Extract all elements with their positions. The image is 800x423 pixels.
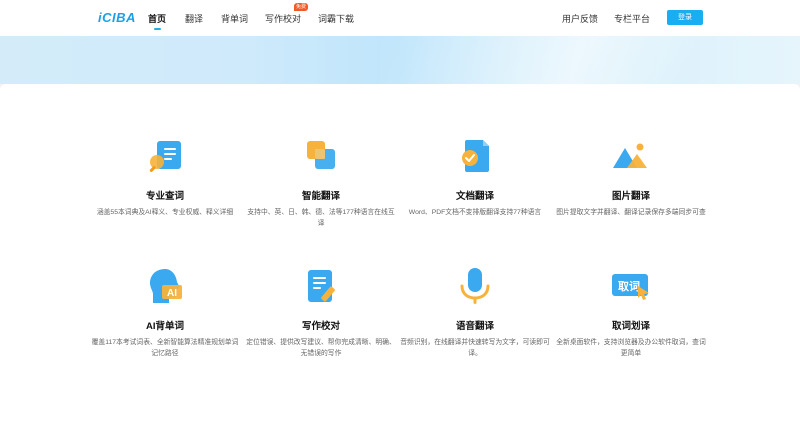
- feature-desc: 支持中、英、日、韩、德、法等177种语言在线互译: [247, 209, 395, 227]
- features-panel: 专业查词 涵盖55本词典及AI释义、专业权威、释义详细 智能翻译 支持中、英、日…: [0, 84, 800, 423]
- feature-title: 文档翻译: [455, 191, 494, 202]
- login-button[interactable]: 登录: [667, 10, 703, 25]
- free-badge: 免费: [294, 3, 309, 11]
- feature-title: AI背单词: [145, 321, 184, 332]
- translate-cards-icon: [301, 136, 341, 176]
- feature-title: 专业查词: [145, 191, 184, 202]
- column-platform-link[interactable]: 专栏平台: [614, 12, 650, 25]
- feature-desc: Word、PDF文档不变排版翻译支持77种语言: [408, 209, 542, 216]
- feature-document-translate[interactable]: 文档翻译 Word、PDF文档不变排版翻译支持77种语言: [400, 136, 550, 218]
- image-mountain-icon: [611, 136, 651, 176]
- nav-home[interactable]: 首页: [148, 12, 166, 25]
- feature-desc: 覆盖117本考试词表、全新智能算法精准规划单词记忆路径: [91, 339, 239, 357]
- feature-pick-word[interactable]: 取词 取词划译 全新桌面软件，支持浏览器及办公软件取词，查词更简单: [556, 266, 706, 359]
- feature-image-translate[interactable]: 图片翻译 图片提取文字并翻译、翻译记录保存多端同步可查: [556, 136, 706, 218]
- svg-text:取词: 取词: [618, 280, 640, 293]
- banner-decoration: [380, 36, 800, 84]
- feature-dictionary[interactable]: 专业查词 涵盖55本词典及AI释义、专业权威、释义详细: [90, 136, 240, 218]
- hero-banner: [0, 36, 800, 84]
- feature-writing-check[interactable]: 写作校对 定位错误、提供改写建议、帮你完成清晰、明确、无错误的写作: [246, 266, 396, 359]
- user-feedback-link[interactable]: 用户反馈: [562, 12, 598, 25]
- svg-text:AI: AI: [167, 288, 177, 299]
- feature-voice-translate[interactable]: 语音翻译 音频识别，在线翻译并快速转写为文字，可读即可译。: [400, 266, 550, 359]
- feature-desc: 涵盖55本词典及AI释义、专业权威、释义详细: [96, 209, 234, 216]
- microphone-icon: [455, 266, 495, 306]
- feature-desc: 音频识别，在线翻译并快速转写为文字，可读即可译。: [400, 339, 550, 357]
- feature-ai-vocabulary[interactable]: AI AI背单词 覆盖117本考试词表、全新智能算法精准规划单词记忆路径: [90, 266, 240, 359]
- note-pencil-icon: [301, 266, 341, 306]
- feature-title: 智能翻译: [301, 191, 340, 202]
- nav-download[interactable]: 词霸下载: [318, 12, 354, 25]
- feature-title: 取词划译: [611, 321, 650, 332]
- feature-smart-translate[interactable]: 智能翻译 支持中、英、日、韩、德、法等177种语言在线互译: [246, 136, 396, 229]
- search-book-icon: [145, 136, 185, 176]
- nav-vocabulary[interactable]: 背单词: [221, 12, 248, 25]
- top-header: iCIBA 首页 翻译 背单词 写作校对 免费 词霸下载 用户反馈 专栏平台 登…: [0, 0, 800, 36]
- pick-word-icon: 取词: [611, 266, 651, 306]
- feature-desc: 图片提取文字并翻译、翻译记录保存多端同步可查: [556, 209, 706, 216]
- feature-title: 写作校对: [301, 321, 340, 332]
- nav-writing-check[interactable]: 写作校对: [265, 12, 301, 25]
- document-check-icon: [455, 136, 495, 176]
- feature-title: 语音翻译: [455, 321, 494, 332]
- nav-active-indicator: [154, 28, 161, 30]
- feature-desc: 定位错误、提供改写建议、帮你完成清晰、明确、无错误的写作: [246, 339, 396, 357]
- ai-head-icon: AI: [145, 266, 185, 306]
- feature-desc: 全新桌面软件，支持浏览器及办公软件取词，查词更简单: [556, 339, 706, 357]
- feature-title: 图片翻译: [611, 191, 650, 202]
- iciba-logo[interactable]: iCIBA: [98, 10, 136, 25]
- nav-translate[interactable]: 翻译: [185, 12, 203, 25]
